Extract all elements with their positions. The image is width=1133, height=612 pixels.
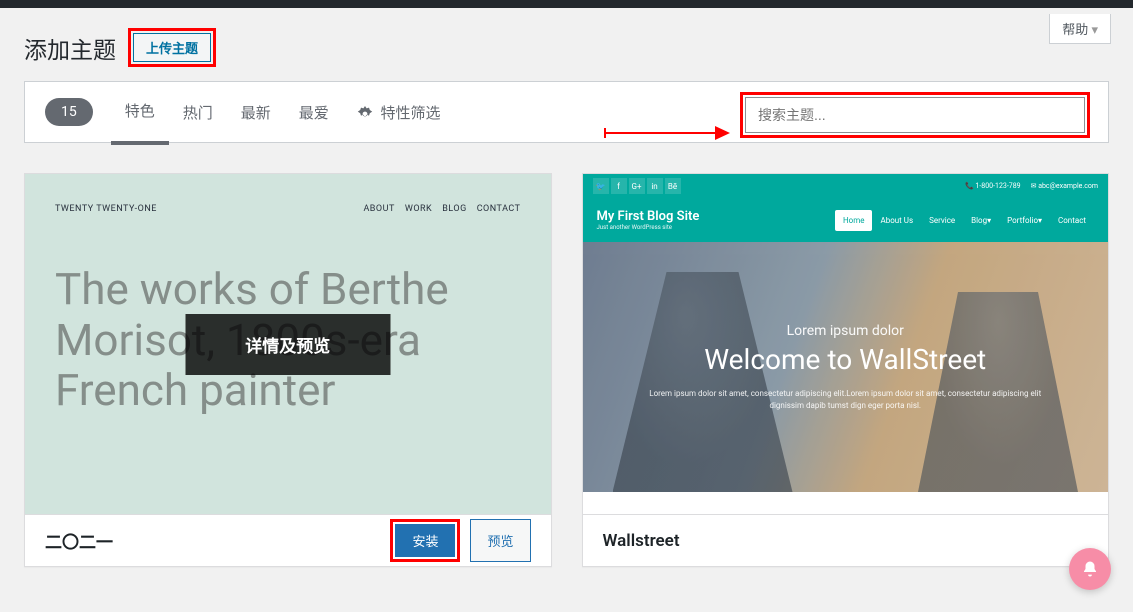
preview-menu: Home About Us Service Blog▾ Portfolio▾ C…: [835, 210, 1094, 231]
preview-logo-title: My First Blog Site: [597, 209, 700, 224]
preview-button[interactable]: 预览: [470, 519, 530, 562]
below-title: Lorem ipsum: [804, 512, 886, 514]
page-title: 添加主题: [24, 31, 116, 65]
preview-nav-item: WORK: [405, 204, 432, 214]
contact-phone: 📞 1-800-123-789: [965, 182, 1021, 190]
preview-menu-item: Contact: [1050, 210, 1094, 231]
annotation-highlight-install: 安装: [390, 519, 460, 562]
preview-menu-item: Portfolio▾: [999, 210, 1050, 231]
tab-latest[interactable]: 最新: [227, 82, 285, 143]
theme-card-wallstreet[interactable]: 🐦 f G+ in Bē 📞 1-800-123-789 ✉ abc@examp…: [582, 173, 1110, 567]
preview-nav-item: BLOG: [442, 204, 467, 214]
preview-topbar: 🐦 f G+ in Bē 📞 1-800-123-789 ✉ abc@examp…: [583, 174, 1109, 198]
feature-filter-label: 特性筛选: [381, 104, 441, 122]
hero-subtitle: Lorem ipsum dolor: [645, 323, 1045, 339]
preview-topbar: TWENTY TWENTY-ONE ABOUT WORK BLOG CONTAC…: [55, 204, 521, 214]
preview-menu-item: Blog▾: [963, 210, 999, 231]
annotation-highlight-upload: 上传主题: [128, 28, 216, 67]
admin-topbar: [0, 0, 1133, 8]
page-header: 添加主题 上传主题 帮助: [0, 8, 1133, 81]
preview-below-section: Lorem ipsum: [583, 492, 1109, 514]
preview-nav: ABOUT WORK BLOG CONTACT: [363, 204, 520, 214]
preview-menu-item: Service: [921, 210, 963, 231]
theme-preview: TWENTY TWENTY-ONE ABOUT WORK BLOG CONTAC…: [25, 174, 551, 514]
theme-name: Wallstreet: [603, 531, 680, 551]
search-input[interactable]: [745, 97, 1085, 133]
preview-logo-subtitle: Just another WordPress site: [597, 224, 700, 231]
preview-social-icons: 🐦 f G+ in Bē: [593, 178, 681, 194]
theme-footer: 二〇二一 安装 预览: [25, 514, 551, 566]
theme-preview: 🐦 f G+ in Bē 📞 1-800-123-789 ✉ abc@examp…: [583, 174, 1109, 514]
preview-nav-item: CONTACT: [477, 204, 521, 214]
install-button[interactable]: 安装: [395, 524, 455, 557]
hero-description: Lorem ipsum dolor sit amet, consectetur …: [645, 388, 1045, 412]
behance-icon: Bē: [665, 178, 681, 194]
theme-footer: Wallstreet: [583, 514, 1109, 566]
preview-hero-content: Lorem ipsum dolor Welcome to WallStreet …: [645, 323, 1045, 412]
preview-hero: Lorem ipsum dolor Welcome to WallStreet …: [583, 242, 1109, 492]
google-icon: G+: [629, 178, 645, 194]
theme-card-2021[interactable]: TWENTY TWENTY-ONE ABOUT WORK BLOG CONTAC…: [24, 173, 552, 567]
tab-popular[interactable]: 热门: [169, 82, 227, 143]
preview-menu-item: Home: [835, 210, 873, 231]
theme-count-badge: 15: [45, 98, 93, 126]
upload-theme-button[interactable]: 上传主题: [133, 33, 211, 62]
preview-contact: 📞 1-800-123-789 ✉ abc@example.com: [965, 182, 1098, 190]
preview-brand: TWENTY TWENTY-ONE: [55, 204, 157, 214]
annotation-arrow-icon: [600, 118, 730, 148]
theme-name: 二〇二一: [45, 528, 113, 553]
hero-title: Welcome to WallStreet: [645, 343, 1045, 376]
tab-favorites[interactable]: 最爱: [285, 82, 343, 143]
themes-grid: TWENTY TWENTY-ONE ABOUT WORK BLOG CONTAC…: [0, 143, 1133, 597]
gear-icon: [357, 106, 373, 122]
feature-filter-link[interactable]: 特性筛选: [343, 82, 455, 143]
details-preview-button[interactable]: 详情及预览: [185, 314, 390, 375]
preview-menu-item: About Us: [872, 210, 921, 231]
tab-featured[interactable]: 特色: [111, 80, 169, 145]
facebook-icon: f: [611, 178, 627, 194]
annotation-highlight-search: [740, 92, 1090, 138]
contact-email: ✉ abc@example.com: [1031, 182, 1098, 190]
help-tab[interactable]: 帮助: [1049, 14, 1111, 44]
linkedin-icon: in: [647, 178, 663, 194]
bell-icon: [1081, 560, 1099, 578]
theme-actions: 安装 预览: [390, 519, 530, 562]
preview-logo: My First Blog Site Just another WordPres…: [597, 209, 700, 231]
filter-bar: 15 特色 热门 最新 最爱 特性筛选: [24, 81, 1109, 143]
notification-button[interactable]: [1069, 548, 1111, 590]
twitter-icon: 🐦: [593, 178, 609, 194]
preview-navbar: My First Blog Site Just another WordPres…: [583, 198, 1109, 242]
preview-nav-item: ABOUT: [363, 204, 394, 214]
search-wrapper: [740, 92, 1090, 138]
